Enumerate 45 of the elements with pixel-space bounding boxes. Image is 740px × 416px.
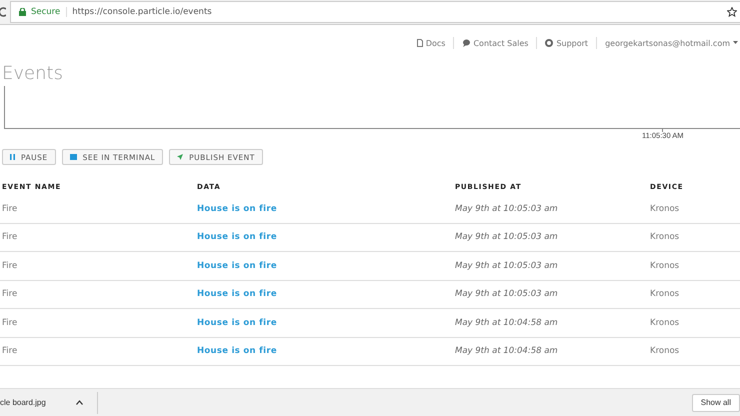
terminal-icon xyxy=(70,154,77,160)
lifebuoy-icon xyxy=(545,39,554,47)
table-cell: Fire xyxy=(2,260,18,271)
table-cell: May 9th at 10:05:03 am xyxy=(455,260,558,271)
secure-label: Secure xyxy=(31,7,68,17)
table-cell: May 9th at 10:04:58 am xyxy=(455,346,558,356)
address-bar[interactable]: Secure https://console.particle.io/events xyxy=(10,1,740,23)
chat-bubble-icon xyxy=(462,39,470,47)
table-cell: May 9th at 10:05:03 am xyxy=(455,232,558,242)
nav-link[interactable]: Support xyxy=(545,38,588,48)
table-cell: Fire xyxy=(2,318,18,328)
table-cell: Kronos xyxy=(650,289,680,300)
url-text: https://console.particle.io/events xyxy=(72,7,212,17)
data-link[interactable]: House is on fire xyxy=(197,318,277,328)
data-link[interactable]: House is on fire xyxy=(197,289,277,300)
show-all-button[interactable]: Show all xyxy=(692,394,740,412)
reload-icon[interactable] xyxy=(0,7,6,17)
data-link[interactable]: House is on fire xyxy=(197,346,277,356)
table-cell: May 9th at 10:04:58 am xyxy=(455,318,558,328)
star-icon[interactable] xyxy=(727,7,737,17)
nav-link[interactable]: Docs xyxy=(416,38,446,48)
table-cell: Kronos xyxy=(650,232,680,242)
document-icon xyxy=(416,39,423,47)
nav-link[interactable]: georgekartsonas@hotmail.com xyxy=(605,38,738,48)
table-cell: Fire xyxy=(2,232,18,242)
caret-icon xyxy=(733,41,738,45)
table-cell: Fire xyxy=(2,289,18,300)
data-link[interactable]: House is on fire xyxy=(197,204,277,214)
lock-icon xyxy=(19,8,26,16)
table-cell: Kronos xyxy=(650,318,680,328)
table-cell: Kronos xyxy=(650,260,680,271)
table-cell: Fire xyxy=(2,204,18,214)
table-cell: Kronos xyxy=(650,204,680,214)
page-title: Events xyxy=(2,62,64,86)
data-link[interactable]: House is on fire xyxy=(197,260,277,271)
table-cell: Fire xyxy=(2,346,18,356)
data-link[interactable]: House is on fire xyxy=(197,232,277,242)
send-icon xyxy=(177,154,184,160)
chevron-up-icon[interactable] xyxy=(76,400,83,405)
nav-link[interactable]: Contact Sales xyxy=(462,38,528,48)
table-cell: May 9th at 10:05:03 am xyxy=(455,204,558,214)
pause-icon xyxy=(10,154,15,160)
table-cell: May 9th at 10:05:03 am xyxy=(455,289,558,300)
table-cell: Kronos xyxy=(650,346,680,356)
download-file-name[interactable]: cle board.jpg xyxy=(0,398,46,407)
